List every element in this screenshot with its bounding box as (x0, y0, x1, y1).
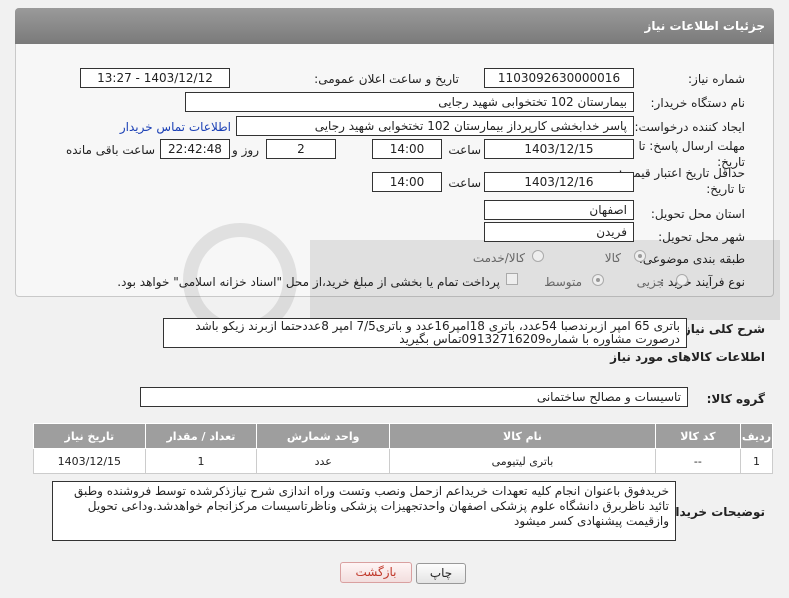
remaining-label: ساعت باقی مانده (65, 143, 155, 157)
page-title: جزئیات اطلاعات نیاز (644, 19, 765, 33)
validity-time-label: ساعت (448, 176, 481, 190)
need-number-field: 1103092630000016 (484, 68, 634, 88)
cell-qty: 1 (144, 448, 258, 474)
summary-label: شرح کلی نیاز: (679, 322, 765, 336)
city-label: شهر محل تحویل: (658, 230, 745, 244)
table-header-row: ردیف کد کالا نام کالا واحد شمارش تعداد /… (33, 423, 774, 449)
items-table: ردیف کد کالا نام کالا واحد شمارش تعداد /… (33, 423, 774, 474)
buyer-notes-text: خریدفوق باعنوان انجام کلیه تعهدات خریداع… (52, 481, 676, 541)
payment-checkbox[interactable] (506, 273, 518, 285)
city-field: فریدن (484, 222, 634, 242)
summary-text: باتری 65 امپر ازبرندصبا 54عدد، باتری 18ا… (163, 318, 687, 348)
deadline-time-label: ساعت (448, 143, 481, 157)
back-button[interactable]: بازگشت (340, 562, 412, 583)
table-row: 1 -- باتری لیتیومی عدد 1 1403/12/15 (33, 448, 774, 474)
category-label: طبقه بندی موضوعی: (638, 252, 745, 266)
category-goods-label: کالا (604, 251, 621, 265)
process-minor-radio[interactable] (676, 274, 688, 286)
col-row: ردیف (739, 423, 774, 449)
cell-date: 1403/12/15 (33, 448, 146, 474)
category-goods-service-label: کالا/خدمت (472, 251, 525, 265)
cell-unit: عدد (256, 448, 391, 474)
remaining-time-field: 22:42:48 (160, 139, 230, 159)
col-date: تاریخ نیاز (33, 423, 146, 449)
category-goods-radio[interactable] (634, 250, 646, 262)
buyer-field: بیمارستان 102 تختخوابی شهید رجایی (185, 92, 634, 112)
goods-section-title: اطلاعات کالاهای مورد نیاز (610, 350, 765, 364)
validity-time-field: 14:00 (372, 172, 442, 192)
buyer-label: نام دستگاه خریدار: (650, 96, 746, 110)
process-minor-label: جزیی (636, 275, 664, 289)
cell-code: -- (654, 448, 741, 474)
cell-name: باتری لیتیومی (389, 448, 656, 474)
print-button[interactable]: چاپ (416, 563, 466, 584)
category-goods-service-radio[interactable] (532, 250, 544, 262)
col-unit: واحد شمارش (256, 423, 391, 449)
process-medium-label: متوسط (544, 275, 582, 289)
validity-label: حداقل تاریخ اعتبار قیمت: تا تاریخ: (618, 166, 745, 196)
goods-group-field: تاسیسات و مصالح ساختمانی (140, 387, 688, 407)
validity-date-field: 1403/12/16 (484, 172, 634, 192)
buyer-contact-link[interactable]: اطلاعات تماس خریدار (120, 120, 231, 134)
col-qty: تعداد / مقدار (144, 423, 258, 449)
province-field: اصفهان (484, 200, 634, 220)
days-field: 2 (266, 139, 336, 159)
payment-note: پرداخت تمام یا بخشی از مبلغ خرید،از محل … (117, 275, 500, 289)
announce-label: تاریخ و ساعت اعلان عمومی: (314, 72, 459, 86)
cell-row: 1 (739, 448, 774, 474)
process-label: نوع فرآیند خرید : (660, 275, 745, 289)
goods-group-label: گروه کالا: (706, 392, 765, 406)
deadline-date-field: 1403/12/15 (484, 139, 634, 159)
col-name: نام کالا (389, 423, 656, 449)
deadline-time-field: 14:00 (372, 139, 442, 159)
province-label: استان محل تحویل: (650, 207, 745, 221)
creator-field: پاسر خدابخشی کارپرداز بیمارستان 102 تختخ… (236, 116, 634, 136)
announce-field: 1403/12/12 - 13:27 (80, 68, 230, 88)
process-medium-radio[interactable] (592, 274, 604, 286)
creator-label: ایجاد کننده درخواست: (634, 120, 745, 134)
buyer-notes-label: توضیحات خریدار: (663, 505, 765, 519)
col-code: کد کالا (654, 423, 741, 449)
need-number-label: شماره نیاز: (688, 72, 745, 86)
days-label: روز و (232, 143, 259, 157)
